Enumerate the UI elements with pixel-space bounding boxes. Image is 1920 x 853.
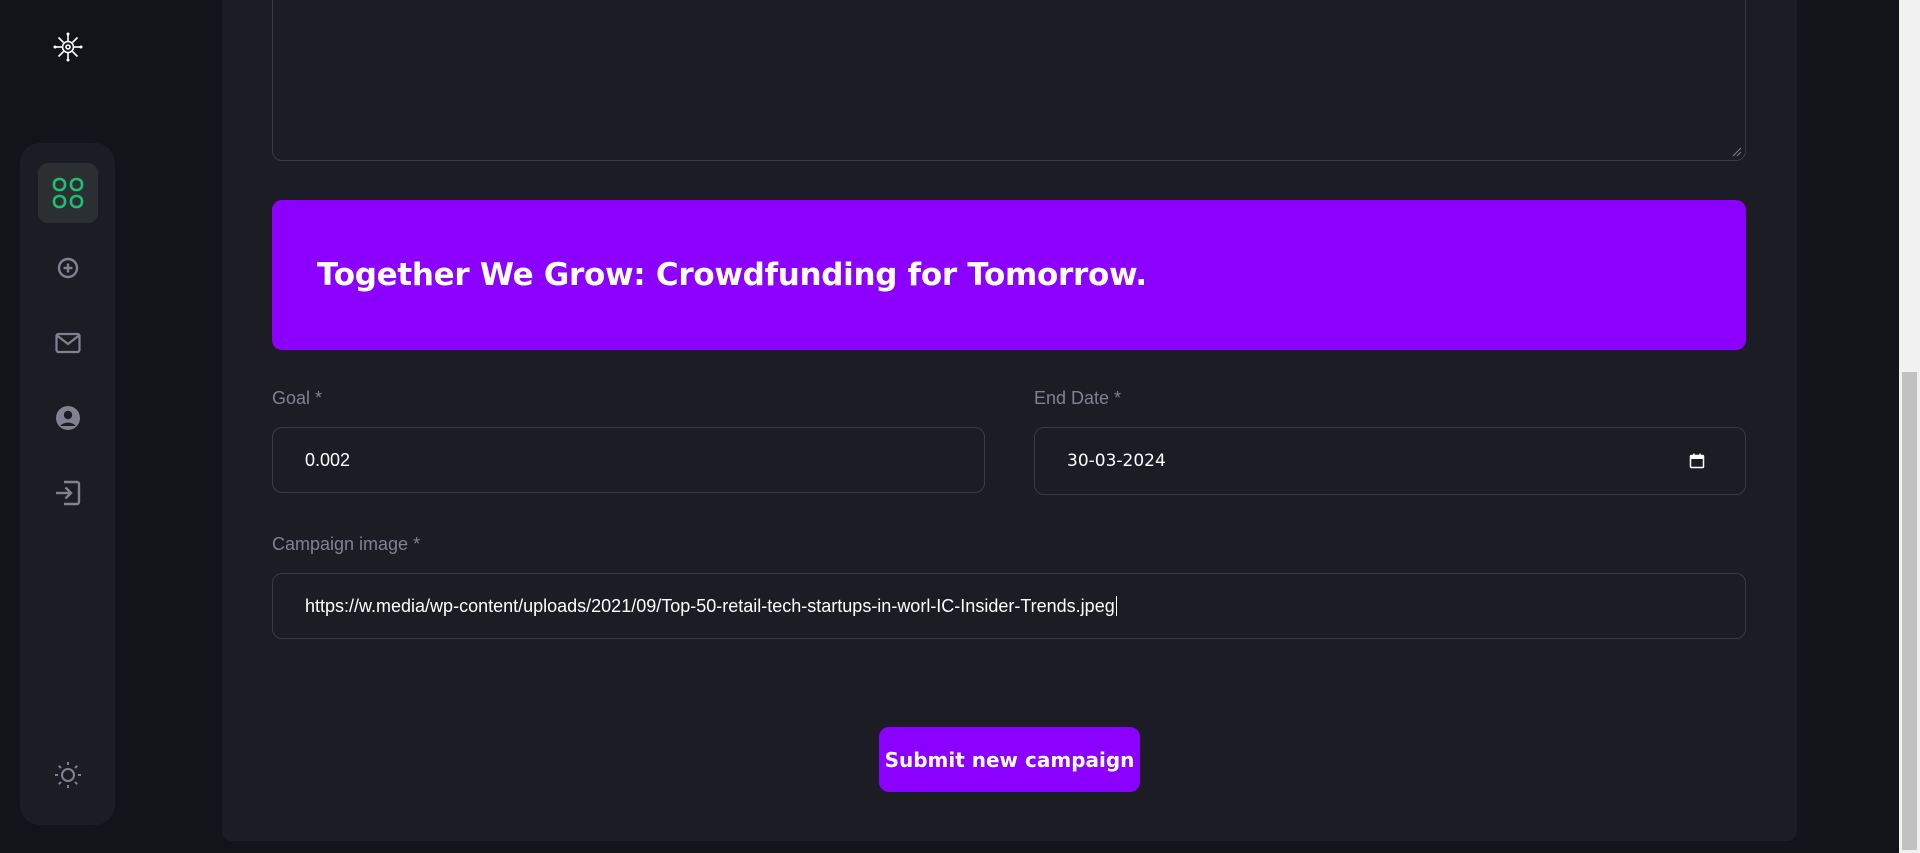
text-cursor: [1115, 596, 1117, 616]
end-date-label: End Date *: [1034, 388, 1122, 408]
campaign-image-input[interactable]: https://w.media/wp-content/uploads/2021/…: [272, 573, 1746, 639]
campaign-image-value: https://w.media/wp-content/uploads/2021/…: [305, 595, 1115, 616]
goal-label: Goal *: [272, 388, 323, 408]
logout-icon: [56, 480, 81, 506]
grid-icon: [52, 177, 84, 209]
banner-title: Together We Grow: Crowdfunding for Tomor…: [317, 257, 1147, 293]
app-logo[interactable]: [53, 32, 83, 62]
promo-banner: Together We Grow: Crowdfunding for Tomor…: [272, 200, 1746, 350]
end-date-value: 30-03-2024: [1067, 451, 1166, 471]
end-date-input[interactable]: 30-03-2024: [1034, 427, 1746, 495]
sidebar-item-profile[interactable]: [38, 388, 98, 448]
campaign-image-label: Campaign image *: [272, 534, 421, 554]
theme-toggle[interactable]: [38, 745, 98, 805]
scrollbar[interactable]: [1899, 0, 1920, 853]
calendar-icon[interactable]: [1689, 453, 1705, 469]
goal-value: 0.002: [305, 449, 351, 470]
scrollbar-thumb[interactable]: [1902, 372, 1917, 850]
sidebar-item-logout[interactable]: [38, 463, 98, 523]
create-campaign-form: Together We Grow: Crowdfunding for Tomor…: [222, 0, 1797, 841]
resize-handle-icon[interactable]: [1732, 147, 1742, 157]
submit-campaign-button[interactable]: Submit new campaign: [879, 727, 1140, 792]
sidebar-item-messages[interactable]: [38, 313, 98, 373]
sidebar-item-dashboard[interactable]: [38, 163, 98, 223]
user-icon: [56, 406, 80, 430]
plus-circle-icon: [57, 257, 79, 279]
sidebar: [20, 143, 115, 825]
goal-input[interactable]: 0.002: [272, 427, 985, 493]
story-textarea[interactable]: [272, 0, 1746, 161]
sun-icon: [55, 762, 81, 788]
mail-icon: [55, 332, 81, 354]
logo-icon: [53, 32, 83, 62]
sidebar-item-create-campaign[interactable]: [38, 238, 98, 298]
